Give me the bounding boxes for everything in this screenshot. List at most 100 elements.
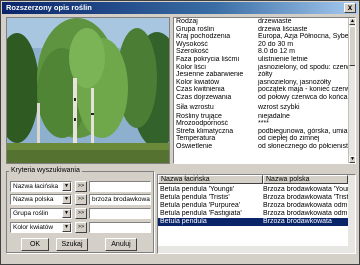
property-row: Rodzaj drzewiaste: [174, 18, 349, 26]
property-value: niejadalne: [258, 112, 290, 120]
result-latin-name: Betula pendula 'Purpurea': [160, 202, 241, 209]
property-value: 8.0 do 12 m: [258, 48, 295, 56]
property-value: jasnozielony, od spodu: czerwony: [258, 63, 349, 71]
property-value: od ciepłej do zimnej: [258, 135, 320, 143]
result-latin-name: Betula pendula 'Youngii': [160, 186, 235, 193]
criteria-apply-button-4[interactable]: >>: [75, 222, 87, 233]
property-row: Jesienne zabarwienie żółty: [174, 71, 349, 79]
criteria-value-field-3[interactable]: [89, 208, 151, 219]
result-latin-name: Betula pendula 'Fastigiata': [160, 210, 242, 217]
property-label: Rodzaj: [176, 18, 198, 25]
criteria-value-field-4[interactable]: [89, 222, 151, 233]
property-value: podbiegunowa, górska, umiarkowana: [258, 127, 349, 135]
property-label: Kolor liści: [176, 63, 206, 71]
property-value: od połowy czerwca do końca czerwca: [258, 93, 349, 101]
chevron-down-icon[interactable]: ▼: [62, 195, 71, 204]
properties-list: Rodzaj drzewiaste Grupa roślin drzewa liści…: [174, 18, 349, 163]
property-value: od słonecznego do półcienistego: [258, 142, 349, 150]
property-label: Jesienne zabarwienie: [176, 71, 244, 79]
property-label: Szerokość: [176, 48, 209, 56]
property-row: Oświetlenie od słonecznego do półcieniste…: [174, 143, 349, 151]
criteria-value-field-2[interactable]: brzoza brodawkowata: [89, 194, 151, 205]
property-value: żółty: [258, 71, 273, 79]
property-row: Wysokość 20 do 30 m: [174, 41, 349, 49]
result-row[interactable]: Betula pendula 'Fastigiata' Brzoza brodaw…: [158, 210, 348, 218]
chevron-down-icon[interactable]: ▼: [62, 223, 71, 232]
result-polish-name: Brzoza brodawkowata odm. ...: [263, 202, 348, 209]
property-label: Strefa klimatyczna: [176, 127, 234, 135]
property-row: Kolor kwiatów jasnozielony, jasnożółty: [174, 79, 349, 87]
column-header-latin[interactable]: Nazwa łacińska: [158, 175, 263, 184]
results-vertical-scrollbar[interactable]: [348, 175, 355, 247]
results-horizontal-scrollbar[interactable]: [158, 246, 355, 253]
property-label: Czas dojrzewania: [176, 93, 232, 101]
scroll-up-icon[interactable]: ▲: [349, 18, 355, 25]
property-value: Europa, Azja Północna, Syberia: [258, 33, 349, 41]
scroll-thumb[interactable]: [349, 26, 355, 66]
criteria-combo-3[interactable]: Grupa roślin ▼: [10, 208, 72, 219]
property-value: wzrost szybki: [258, 103, 300, 111]
close-button[interactable]: x: [344, 3, 356, 13]
search-button[interactable]: Szukaj: [56, 238, 88, 251]
property-label: Mrozoodporność: [176, 120, 229, 128]
column-header-polish[interactable]: Nazwa polska: [263, 175, 348, 184]
result-row[interactable]: Betula pendula Brzoza brodawkowata: [158, 218, 348, 226]
property-label: Czas kwitnienia: [176, 86, 225, 94]
property-label: Rośliny trujące: [176, 112, 222, 120]
property-label: Oświetlenie: [176, 142, 213, 150]
properties-scrollbar[interactable]: ▲ ▼: [348, 18, 355, 163]
property-row: Siła wzrostu wzrost szybki: [174, 102, 349, 113]
property-value: 20 do 30 m: [258, 40, 294, 48]
result-row[interactable]: Betula pendula 'Tristis' Brzoza brodawkow…: [158, 194, 348, 202]
property-label: Wysokość: [176, 40, 208, 48]
property-value: drzewiaste: [258, 18, 292, 25]
property-label: Grupa roślin: [176, 25, 215, 33]
title-bar[interactable]: Rozszerzony opis roślin x: [2, 2, 358, 14]
property-value: ulistnienie letnie: [258, 55, 308, 63]
plant-photo: [6, 17, 170, 164]
property-row: Czas dojrzewania od połowy czerwca do koń…: [174, 94, 349, 102]
result-row[interactable]: Betula pendula 'Youngii' Brzoza brodawkow…: [158, 186, 348, 194]
property-value: jasnozielony, jasnożółty: [258, 78, 332, 86]
chevron-down-icon[interactable]: ▼: [62, 209, 71, 218]
criteria-combo-1[interactable]: Nazwa łacińska ▼: [10, 181, 72, 192]
criteria-combo-4[interactable]: Kolor kwiatów ▼: [10, 222, 72, 233]
property-row: Strefa klimatyczna podbiegunowa, górska, …: [174, 128, 349, 136]
property-row: Grupa roślin drzewa liściaste: [174, 26, 349, 34]
property-value: ****: [258, 120, 269, 128]
scroll-down-icon[interactable]: ▼: [349, 156, 355, 163]
property-label: Faza pokrycia liśćmi: [176, 55, 240, 63]
search-criteria-title: Kryteria wyszukiwania: [9, 167, 82, 174]
result-polish-name: Brzoza brodawkowata: [263, 218, 332, 225]
cancel-button[interactable]: Anuluj: [105, 238, 137, 251]
property-row: Faza pokrycia liśćmi ulistnienie letnie: [174, 56, 349, 64]
property-label: Temperatura: [176, 135, 216, 143]
property-row: Czas kwitnienia początek maja - koniec cz…: [174, 86, 349, 94]
ok-button[interactable]: OK: [21, 238, 49, 251]
property-row: Szerokość 8.0 do 12 m: [174, 48, 349, 56]
property-row: Temperatura od ciepłej do zimnej: [174, 135, 349, 143]
result-polish-name: Brzoza brodawkowata odm. s...: [263, 210, 348, 217]
result-row[interactable]: Betula pendula 'Purpurea' Brzoza brodawko…: [158, 202, 348, 210]
criteria-combo-2[interactable]: Nazwa polska ▼: [10, 194, 72, 205]
property-row: Rośliny trujące niejadalne: [174, 113, 349, 121]
result-latin-name: Betula pendula 'Tristis': [160, 194, 230, 201]
property-value: początek maja - koniec czerwca: [258, 86, 349, 94]
plant-description-window: Rozszerzony opis roślin x Rodzaj drzewia…: [0, 0, 360, 265]
window-title: Rozszerzony opis roślin: [6, 3, 92, 12]
result-latin-name: Betula pendula: [160, 218, 207, 225]
plant-properties-panel[interactable]: Rodzaj drzewiaste Grupa roślin drzewa liści…: [173, 17, 356, 164]
result-polish-name: Brzoza brodawkowata 'Tristis': [263, 194, 348, 201]
result-polish-name: Brzoza brodawkowata 'Youngii': [263, 186, 348, 193]
results-list[interactable]: Nazwa łacińska Nazwa polska Betula pendu…: [157, 174, 356, 254]
criteria-apply-button-2[interactable]: >>: [75, 194, 87, 205]
property-row: Kraj pochodzenia Europa, Azja Północna, S…: [174, 33, 349, 41]
property-row: Kolor liści jasnozielony, od spodu: czerw…: [174, 64, 349, 72]
criteria-apply-button-1[interactable]: >>: [75, 181, 87, 192]
criteria-value-field-1[interactable]: [89, 181, 151, 192]
property-label: Kolor kwiatów: [176, 78, 220, 86]
property-row: Mrozoodporność ****: [174, 120, 349, 128]
criteria-apply-button-3[interactable]: >>: [75, 208, 87, 219]
chevron-down-icon[interactable]: ▼: [62, 182, 71, 191]
property-label: Siła wzrostu: [176, 103, 214, 111]
